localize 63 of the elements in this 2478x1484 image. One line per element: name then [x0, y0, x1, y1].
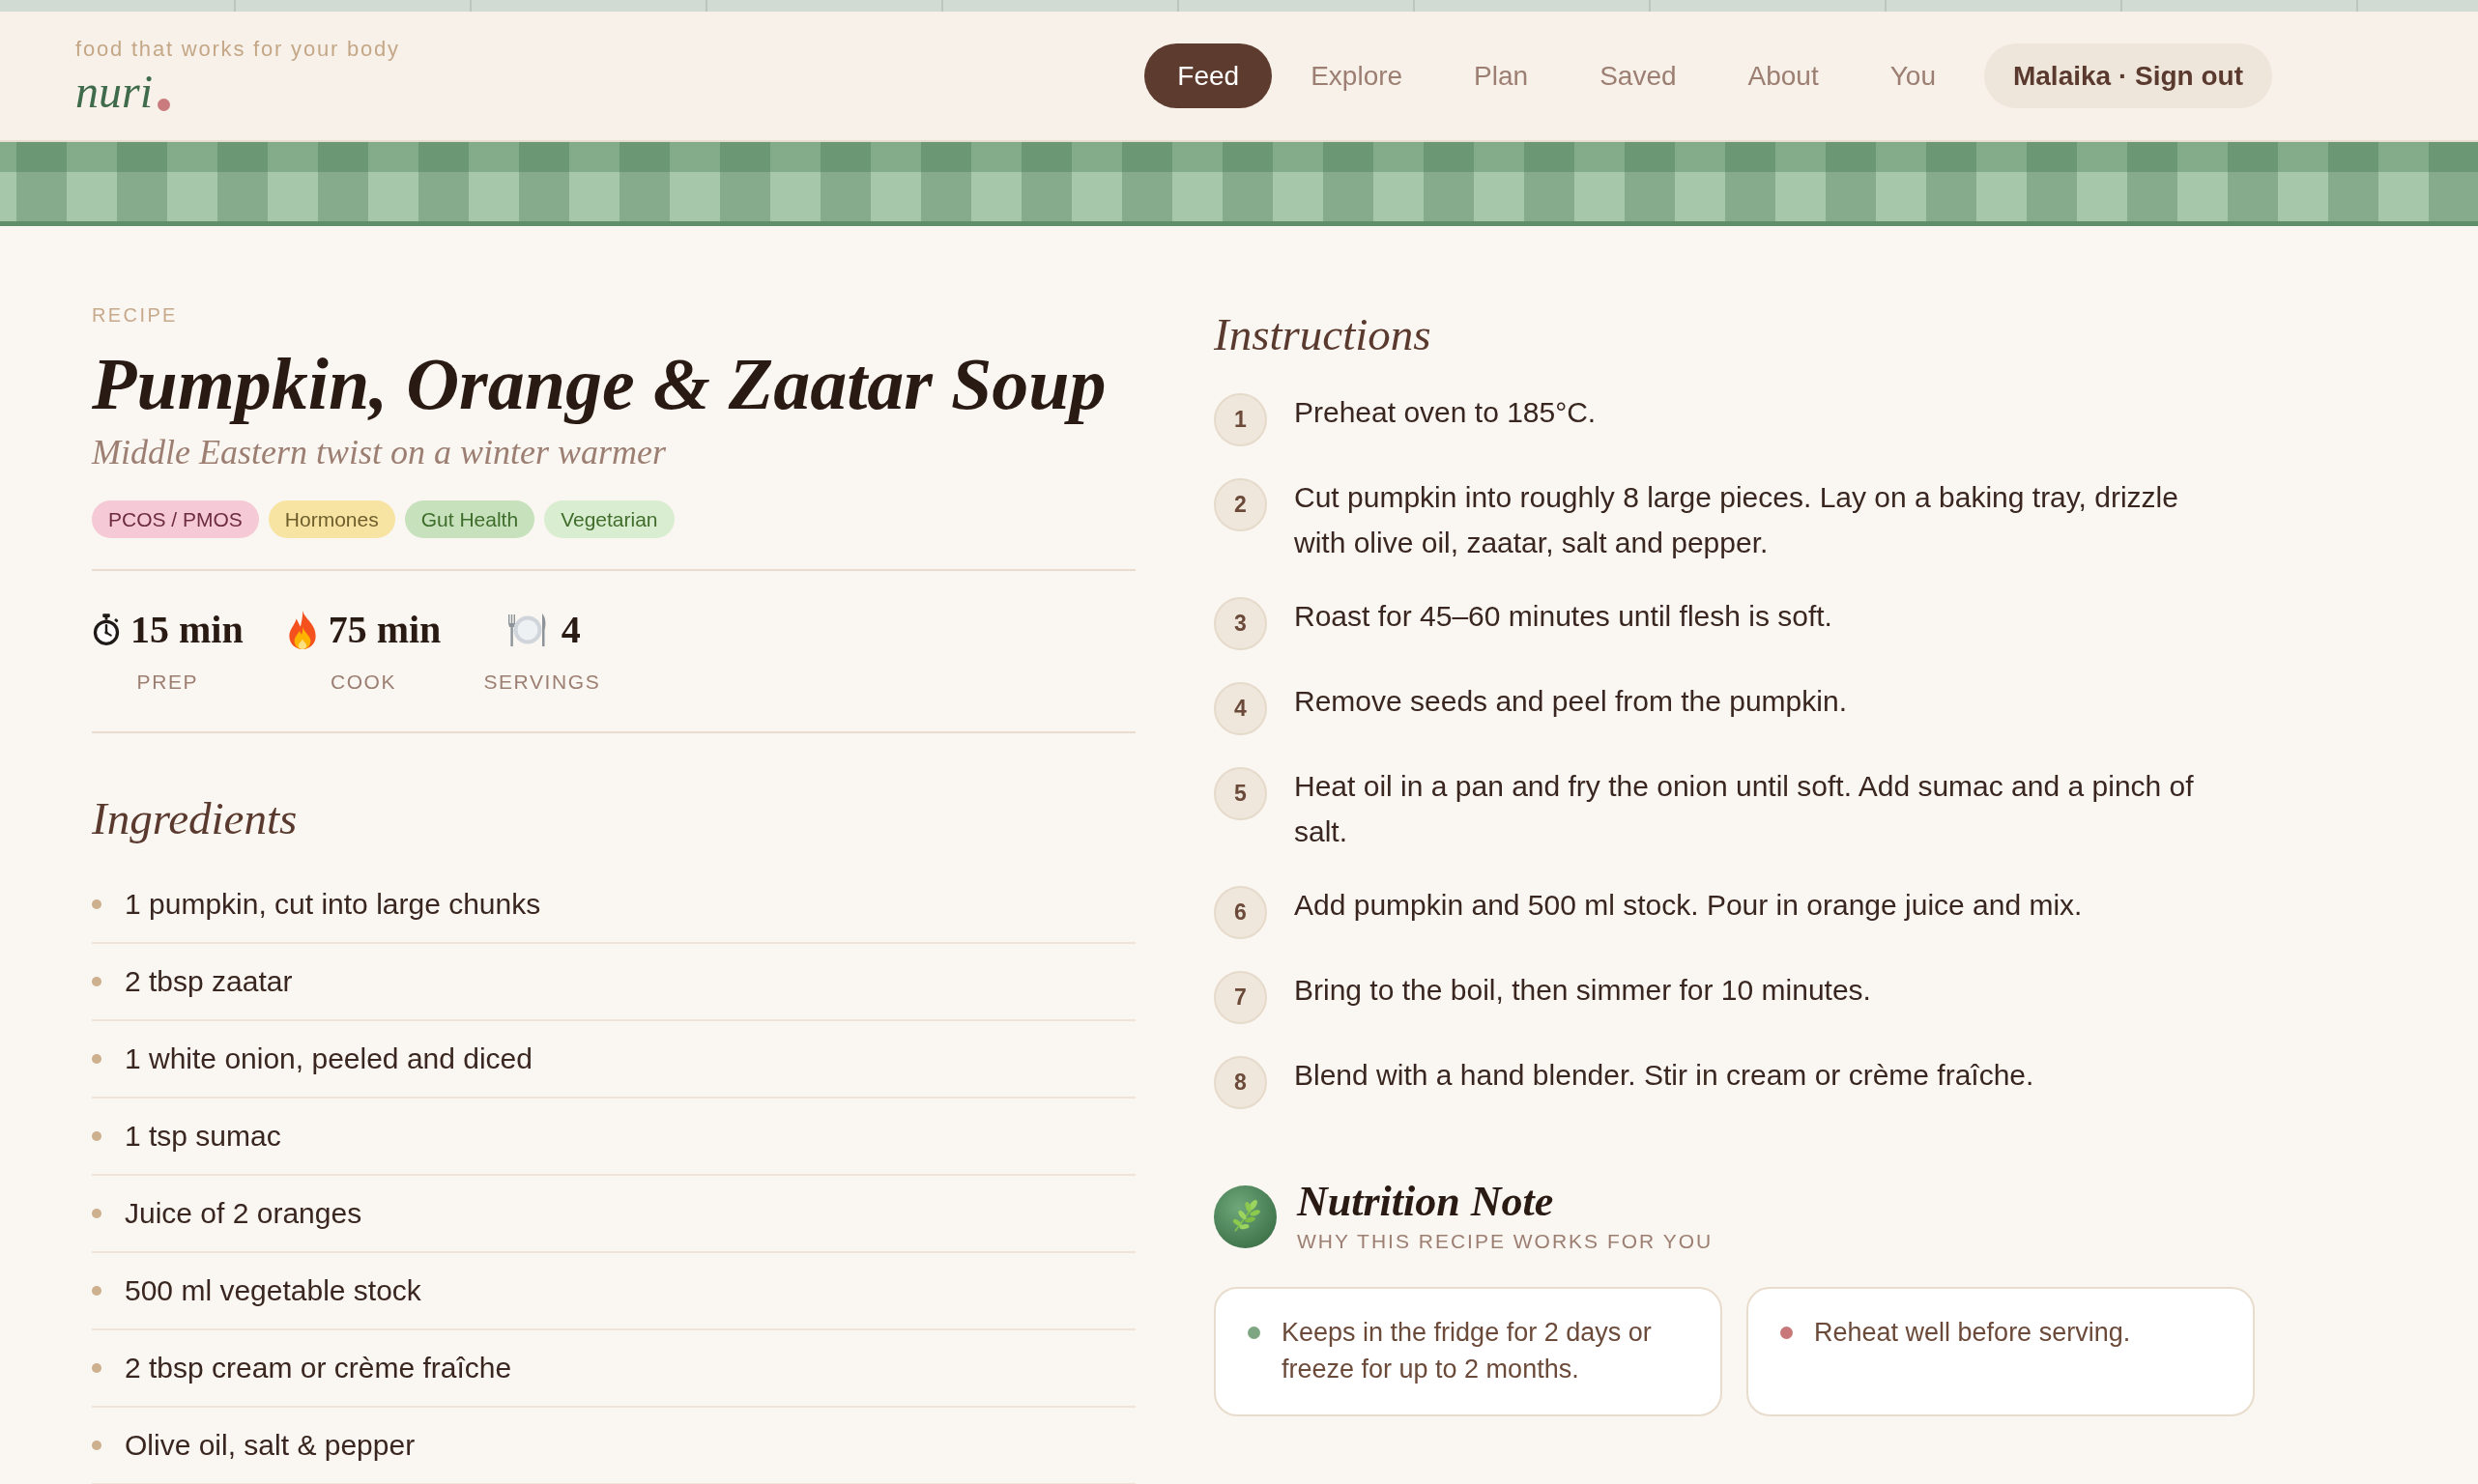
eyebrow-label: RECIPE — [92, 303, 178, 327]
step-text: Roast for 45–60 minutes until flesh is soft. — [1294, 599, 1832, 634]
ingredient-text: 1 tsp sumac — [125, 1120, 281, 1153]
bullet-icon — [92, 1054, 101, 1064]
herb-sprig-icon — [1214, 1184, 1277, 1248]
ingredient-text: Olive oil, salt & pepper — [125, 1429, 416, 1462]
step-text: Heat oil in a pan and fry the onion until soft. Add sumac and a pinch of salt. — [1294, 769, 2195, 849]
stopwatch-icon — [92, 614, 121, 646]
ingredient-text: 1 pumpkin, cut into large chunks — [125, 888, 541, 921]
step-number: 4 — [1214, 682, 1267, 735]
bullet-icon — [92, 899, 101, 909]
bullet-icon — [92, 1363, 101, 1373]
bullet-icon — [92, 977, 101, 986]
step-text: Preheat oven to 185°C. — [1294, 395, 1597, 430]
note-text: Reheat well before serving. — [1814, 1317, 2131, 1349]
step-text: Remove seeds and peel from the pumpkin. — [1294, 684, 1847, 719]
step-number: 1 — [1214, 393, 1267, 446]
step-number: 5 — [1214, 767, 1267, 820]
step-text: Cut pumpkin into roughly 8 large pieces. Lay on a baking tray, drizzle with olive oil, zaatar, salt and pepper. — [1294, 480, 2179, 560]
section-heading: Instructions — [1214, 308, 1431, 361]
step-number: 8 — [1214, 1056, 1267, 1109]
stat-label: COOK — [330, 670, 397, 695]
nav-link[interactable]: Feed — [1144, 43, 1273, 108]
tag-chip: Hormones — [268, 500, 395, 538]
tag-chip: Vegetarian — [544, 500, 675, 538]
step-text: Add pumpkin and 500 ml stock. Pour in orange juice and mix. — [1294, 888, 2083, 923]
recipe-subtitle: Middle Eastern twist on a winter warmer — [92, 432, 666, 473]
note-subtitle: WHY THIS RECIPE WORKS FOR YOU — [1297, 1229, 1714, 1254]
stat-label: SERVINGS — [483, 670, 601, 695]
logo-dot-icon — [158, 98, 170, 111]
nav-link[interactable]: You — [1857, 43, 1969, 108]
step-number: 3 — [1214, 597, 1267, 650]
bullet-icon — [92, 1441, 101, 1450]
nav-link[interactable]: Explore — [1278, 43, 1436, 108]
nav-link[interactable]: About — [1714, 43, 1852, 108]
bullet-icon — [92, 1131, 101, 1141]
ingredient-text: 500 ml vegetable stock — [125, 1274, 421, 1307]
step-number: 6 — [1214, 886, 1267, 939]
bullet-icon — [92, 1209, 101, 1218]
ingredient-text: Juice of 2 oranges — [125, 1197, 362, 1230]
ingredient-text: 2 tbsp zaatar — [125, 965, 293, 998]
step-text: Bring to the boil, then simmer for 10 minutes. — [1294, 973, 1871, 1008]
stat-value: 4 — [561, 607, 581, 653]
section-heading: Ingredients — [92, 792, 298, 845]
account-button[interactable]: Malaika · Sign out — [1983, 43, 2272, 108]
step-number: 7 — [1214, 971, 1267, 1024]
stat-label: PREP — [136, 670, 199, 695]
ingredient-text: 1 white onion, peeled and diced — [125, 1042, 533, 1075]
stat-value: 75 min — [328, 607, 442, 653]
stat-value: 15 min — [130, 607, 244, 653]
bullet-icon — [92, 1286, 101, 1296]
logo-text[interactable]: nuri — [75, 66, 153, 117]
note-text: Keeps in the fridge for 2 days or freeze for up to 2 months. — [1282, 1317, 1653, 1385]
note-title: Nutrition Note — [1297, 1179, 1555, 1225]
tag-chip: Gut Health — [404, 500, 535, 538]
nav-link[interactable]: Saved — [1567, 43, 1710, 108]
nav-link[interactable]: Plan — [1441, 43, 1562, 108]
tagline: food that works for your body — [75, 35, 400, 63]
recipe-title: Pumpkin, Orange & Zaatar Soup — [92, 342, 1107, 426]
step-number: 2 — [1214, 478, 1267, 531]
tag-chip: PCOS / PMOS — [92, 500, 259, 538]
step-text: Blend with a hand blender. Stir in cream or crème fraîche. — [1294, 1058, 2034, 1093]
ingredient-text: 2 tbsp cream or crème fraîche — [125, 1352, 512, 1384]
